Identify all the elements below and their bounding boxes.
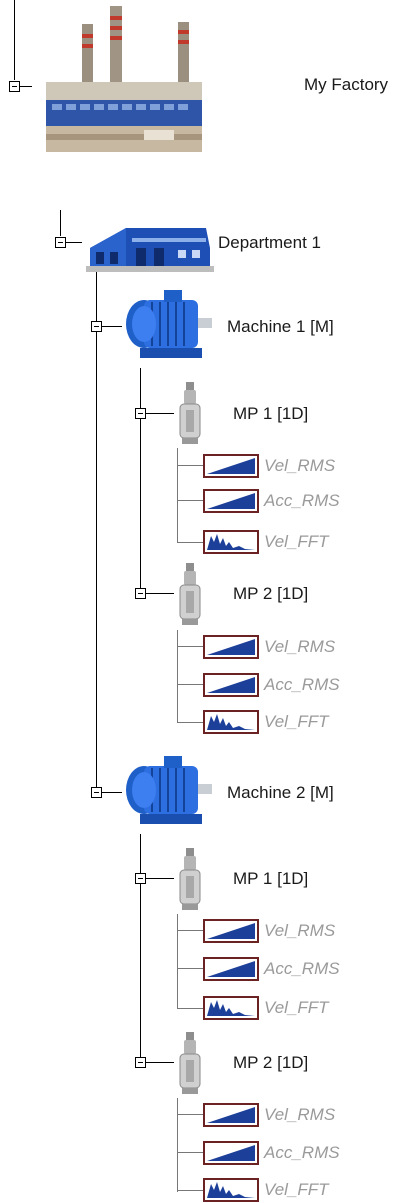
signal-label-acc-rms[interactable]: Acc_RMS: [264, 959, 340, 979]
collapse-toggle-machine-2[interactable]: [91, 787, 102, 798]
collapse-toggle-machine-1-mp-1[interactable]: [135, 408, 146, 419]
trend-chart-icon: [203, 919, 259, 943]
signal-label-vel-fft[interactable]: Vel_FFT: [264, 532, 329, 552]
spectrum-chart-icon: [203, 530, 259, 554]
tree-node-label-machine-1-mp-2[interactable]: MP 2 [1D]: [233, 584, 308, 604]
trend-chart-icon: [203, 454, 259, 478]
trend-chart-icon: [203, 489, 259, 513]
spectrum-chart-icon: [203, 1178, 259, 1202]
signal-label-vel-rms[interactable]: Vel_RMS: [264, 921, 335, 941]
spectrum-chart-icon: [203, 996, 259, 1020]
tree-node-label-machine-2-mp-1[interactable]: MP 1 [1D]: [233, 869, 308, 889]
tree-node-label-department-1[interactable]: Department 1: [218, 233, 321, 253]
signal-label-vel-rms[interactable]: Vel_RMS: [264, 1105, 335, 1125]
sensor-icon: [176, 563, 204, 625]
tree-node-label-machine-1-mp-1[interactable]: MP 1 [1D]: [233, 404, 308, 424]
signal-label-vel-rms[interactable]: Vel_RMS: [264, 637, 335, 657]
trend-chart-icon: [203, 1103, 259, 1127]
sensor-icon: [176, 848, 204, 910]
signal-label-vel-rms[interactable]: Vel_RMS: [264, 456, 335, 476]
sensor-icon: [176, 382, 204, 444]
motor-icon: [124, 286, 214, 368]
signal-label-vel-fft[interactable]: Vel_FFT: [264, 1180, 329, 1200]
collapse-toggle-machine-2-mp-1[interactable]: [135, 873, 146, 884]
trend-chart-icon: [203, 635, 259, 659]
collapse-toggle-machine-2-mp-2[interactable]: [135, 1057, 146, 1068]
collapse-toggle-department-1[interactable]: [55, 237, 66, 248]
collapse-toggle-machine-1[interactable]: [91, 321, 102, 332]
sensor-icon: [176, 1032, 204, 1094]
tree-node-label-my-factory[interactable]: My Factory: [304, 75, 388, 95]
collapse-toggle-my-factory[interactable]: [9, 81, 20, 92]
trend-chart-icon: [203, 957, 259, 981]
motor-icon: [124, 752, 214, 834]
spectrum-chart-icon: [203, 710, 259, 734]
trend-chart-icon: [203, 1141, 259, 1165]
trend-chart-icon: [203, 673, 259, 697]
factory-icon: [44, 4, 204, 160]
tree-node-label-machine-2[interactable]: Machine 2 [M]: [227, 783, 334, 803]
tree-node-label-machine-2-mp-2[interactable]: MP 2 [1D]: [233, 1053, 308, 1073]
building-icon: [86, 222, 214, 274]
signal-label-acc-rms[interactable]: Acc_RMS: [264, 1143, 340, 1163]
signal-label-vel-fft[interactable]: Vel_FFT: [264, 712, 329, 732]
signal-label-acc-rms[interactable]: Acc_RMS: [264, 491, 340, 511]
signal-label-vel-fft[interactable]: Vel_FFT: [264, 998, 329, 1018]
collapse-toggle-machine-1-mp-2[interactable]: [135, 588, 146, 599]
tree-node-label-machine-1[interactable]: Machine 1 [M]: [227, 317, 334, 337]
signal-label-acc-rms[interactable]: Acc_RMS: [264, 675, 340, 695]
